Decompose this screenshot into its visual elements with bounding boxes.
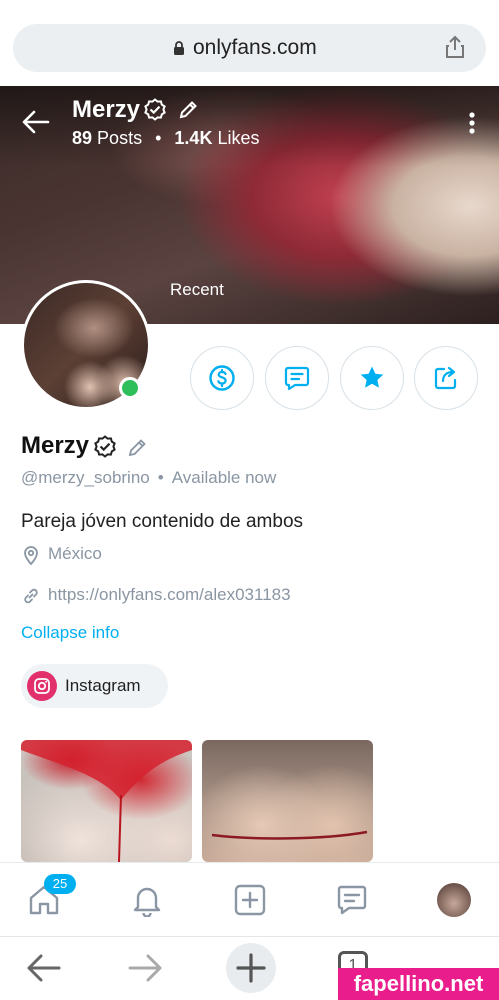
collapse-info-link[interactable]: Collapse info bbox=[21, 623, 119, 643]
verified-icon bbox=[144, 98, 166, 121]
share-out-icon bbox=[434, 366, 457, 390]
instagram-link-button[interactable]: Instagram bbox=[21, 664, 168, 708]
notification-badge: 25 bbox=[44, 874, 76, 894]
handle-row: @merzy_sobrino • Available now bbox=[21, 468, 276, 488]
thumbnail-image bbox=[211, 830, 368, 840]
browser-forward-icon[interactable] bbox=[128, 953, 164, 983]
add-post-icon[interactable] bbox=[233, 883, 267, 917]
availability-status: Available now bbox=[171, 468, 277, 487]
media-thumbnail[interactable] bbox=[202, 740, 373, 862]
back-arrow-icon[interactable] bbox=[22, 110, 50, 134]
profile-website-link[interactable]: https://onlyfans.com/alex031183 bbox=[48, 585, 291, 605]
profile-bio: Pareja jóven contenido de ambos bbox=[21, 511, 304, 532]
new-tab-button[interactable] bbox=[226, 943, 276, 993]
url-text: onlyfans.com bbox=[193, 36, 317, 59]
browser-top-bar: onlyfans.com bbox=[0, 0, 499, 86]
add-to-favorites-button[interactable] bbox=[340, 346, 404, 410]
posts-label: Posts bbox=[97, 128, 143, 148]
media-thumbnail[interactable] bbox=[21, 740, 192, 862]
app-bottom-nav bbox=[0, 862, 499, 936]
dollar-icon bbox=[209, 365, 235, 391]
recent-label[interactable]: Recent bbox=[170, 280, 224, 300]
instagram-label: Instagram bbox=[65, 676, 141, 695]
location-icon bbox=[24, 546, 38, 565]
cover-stats: 89 Posts • 1.4K Likes bbox=[72, 128, 260, 149]
address-bar[interactable]: onlyfans.com bbox=[13, 24, 486, 72]
share-icon[interactable] bbox=[444, 35, 466, 59]
likes-count: 1.4K bbox=[174, 128, 213, 148]
stats-separator: • bbox=[155, 128, 162, 148]
send-tip-button[interactable] bbox=[190, 346, 254, 410]
message-button[interactable] bbox=[265, 346, 329, 410]
likes-label: Likes bbox=[217, 128, 260, 148]
link-icon bbox=[24, 588, 38, 604]
verified-icon bbox=[94, 435, 116, 458]
message-icon bbox=[284, 366, 310, 391]
instagram-icon bbox=[27, 671, 57, 701]
watermark: fapellino.net bbox=[338, 968, 499, 1000]
bell-icon[interactable] bbox=[130, 883, 164, 917]
profile-handle: @merzy_sobrino bbox=[21, 468, 150, 487]
lock-icon bbox=[174, 41, 184, 55]
profile-name: Merzy bbox=[21, 432, 90, 459]
handle-separator: • bbox=[157, 468, 164, 487]
profile-avatar-icon[interactable] bbox=[437, 883, 471, 917]
cover-profile-name: Merzy bbox=[72, 96, 141, 123]
thumbnail-image bbox=[21, 740, 192, 862]
new-tab-icon bbox=[236, 953, 266, 983]
share-profile-button[interactable] bbox=[414, 346, 478, 410]
profile-location: México bbox=[48, 544, 102, 563]
online-status-indicator bbox=[119, 377, 141, 399]
star-icon bbox=[360, 366, 384, 388]
more-vertical-icon[interactable] bbox=[469, 112, 475, 134]
browser-back-icon[interactable] bbox=[25, 953, 61, 983]
edit-icon[interactable] bbox=[127, 438, 147, 458]
posts-count: 89 bbox=[72, 128, 93, 148]
edit-icon[interactable] bbox=[178, 100, 198, 120]
chat-icon[interactable] bbox=[335, 883, 369, 917]
